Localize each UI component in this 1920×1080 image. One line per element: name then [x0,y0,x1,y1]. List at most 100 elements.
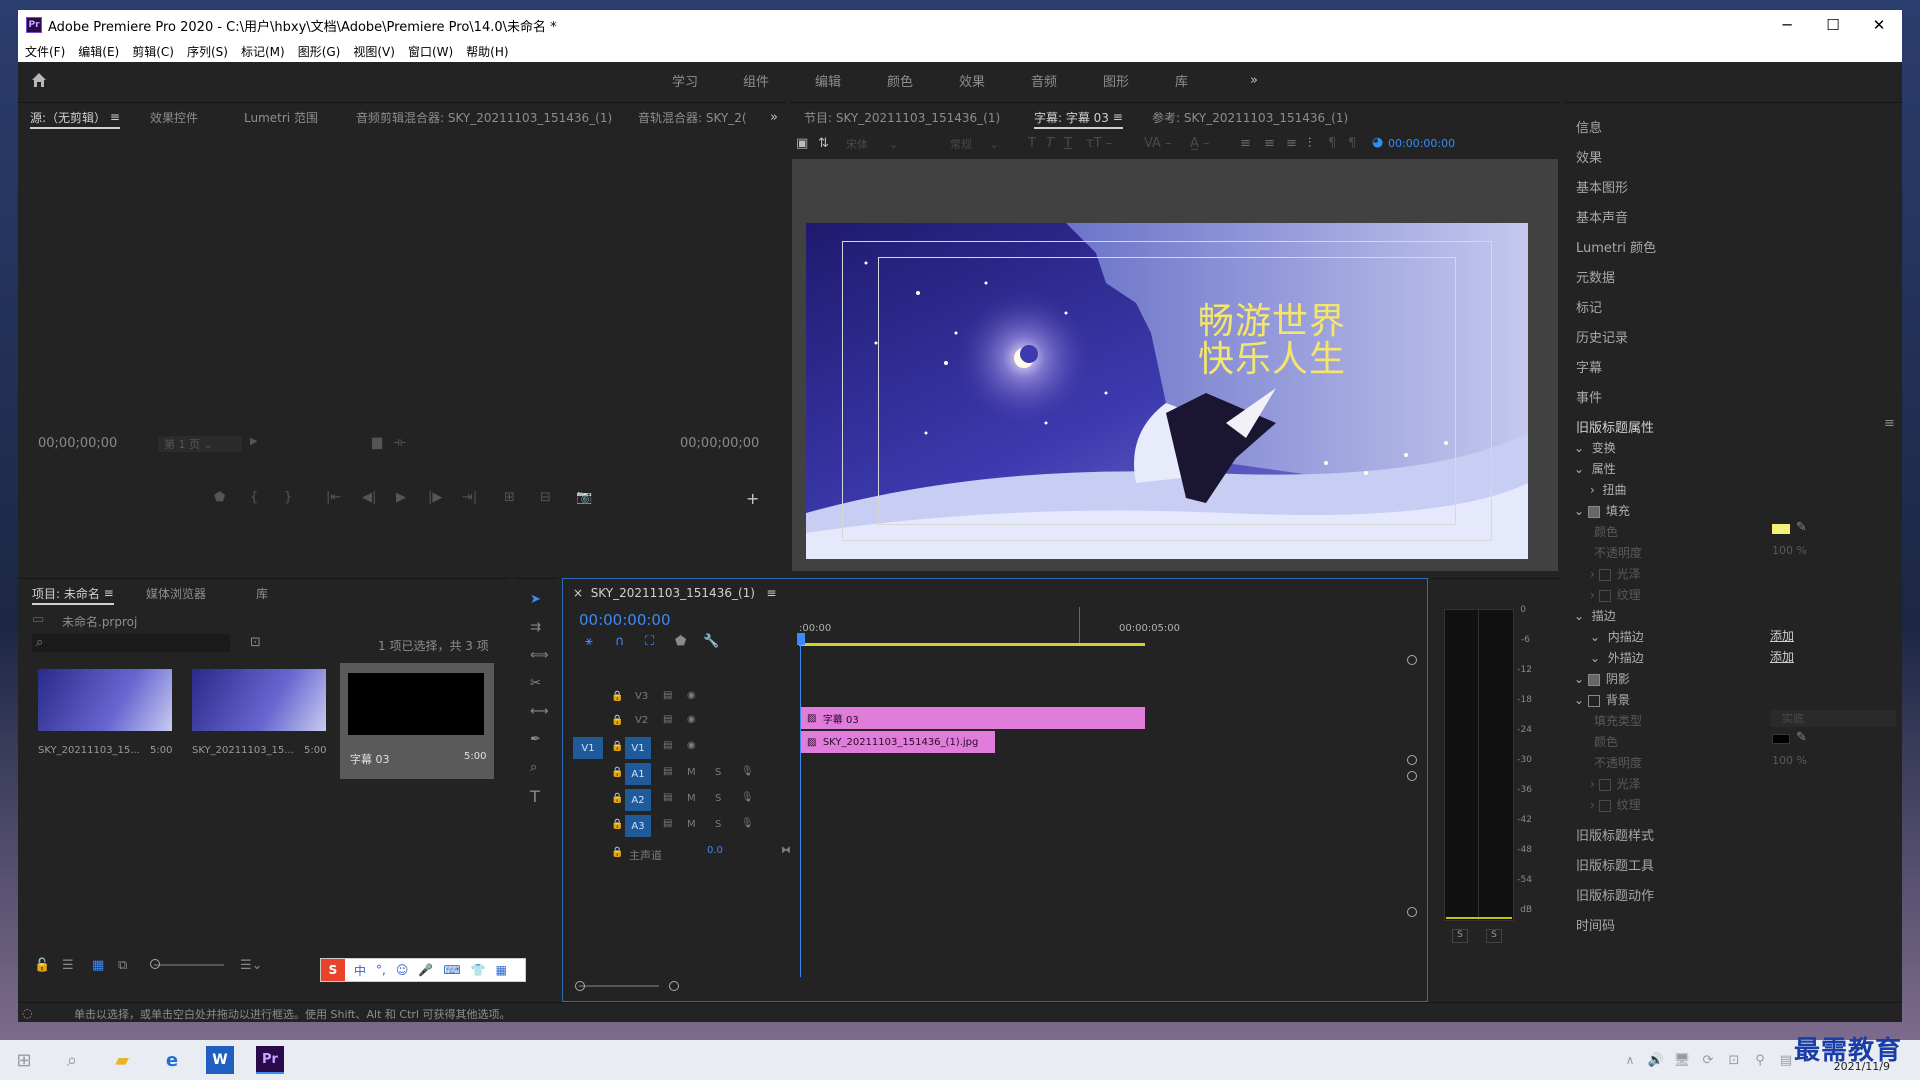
panel-history[interactable]: 历史记录 [1576,327,1628,346]
eye-icon[interactable]: ◉ [687,690,696,701]
roll-crawl-icon[interactable]: ⇅ [818,137,829,150]
sort-icon[interactable]: ☰⌄ [240,959,263,972]
add-marker-icon[interactable]: ⬟ [675,635,686,648]
tab-source[interactable]: 源:（无剪辑） ≡ [30,103,120,131]
new-bin-search-icon[interactable]: ⊡ [250,636,261,649]
panel-timecode[interactable]: 时间码 [1576,915,1615,934]
mute-button[interactable]: M [687,793,696,804]
network-icon[interactable]: 🖥 [1668,1046,1696,1074]
pen-tool-icon[interactable]: ✒ [530,733,541,746]
project-item-3-selected[interactable]: 字幕 03 5:00 [340,663,494,779]
track-lock-icon[interactable]: 🔒 [611,819,623,830]
title-preview-frame[interactable]: 畅游世界 快乐人生 [806,223,1528,559]
panel-lumetri-color[interactable]: Lumetri 颜色 [1576,237,1656,256]
track-lock-icon[interactable]: 🔒 [611,691,623,702]
prop-attributes[interactable]: ⌄ 属性 [1574,460,1616,477]
sync-lock-icon[interactable]: ▤ [663,690,672,701]
zoom-slider-handle[interactable] [150,959,160,969]
more-tabs-icon[interactable]: » [770,111,778,124]
play-icon[interactable]: ▶ [396,491,406,504]
panel-metadata[interactable]: 元数据 [1576,267,1615,286]
insert-icon[interactable]: ⊞ [504,491,515,504]
lock-icon[interactable]: 🔓 [34,959,50,972]
step-back-icon[interactable]: ◀| [362,491,376,504]
prop-bg-texture[interactable]: › 纹理 [1590,796,1641,813]
ime-emoji-icon[interactable]: ☺ [396,963,409,977]
audio-scroll-bottom[interactable] [1407,907,1417,917]
maximize-button[interactable]: ☐ [1810,10,1856,40]
marker-icon[interactable]: ⬟ [214,491,225,504]
prop-inner-stroke[interactable]: ⌄ 内描边 [1590,628,1644,645]
menu-help[interactable]: 帮助(H) [466,43,508,60]
eyedropper-icon[interactable]: ✎ [1796,521,1807,534]
prop-shadow[interactable]: ⌄ 阴影 [1574,670,1630,687]
workspace-editing[interactable]: 编辑 [815,62,841,98]
timeline-horizontal-scrollbar[interactable] [579,985,659,987]
settings-wrench-icon[interactable]: 🔧 [703,635,719,648]
menu-window[interactable]: 窗口(W) [408,43,453,60]
align-center-icon[interactable]: ≡ [1264,137,1275,150]
zoom-in-handle[interactable] [575,981,585,991]
panel-info[interactable]: 信息 [1576,117,1602,136]
paragraph-icon[interactable]: ¶ [1348,137,1356,150]
search-taskbar-icon[interactable]: ⌕ [58,1046,86,1074]
mute-button[interactable]: M [687,819,696,830]
audio-scroll-top[interactable] [1407,771,1417,781]
project-search-input[interactable] [32,634,230,652]
prop-opacity-value[interactable]: 100 % [1772,544,1807,557]
linked-selection-icon[interactable]: ⛶ [645,635,654,648]
eye-icon[interactable]: ◉ [687,714,696,725]
tab-reference[interactable]: 参考: SKY_20211103_151436_(1) [1152,103,1348,131]
clip-title-03[interactable]: ▨ 字幕 03 [801,707,1145,729]
razor-tool-icon[interactable]: ✂ [530,677,541,690]
underline-icon[interactable]: T [1064,137,1072,150]
sync-lock-icon[interactable]: ▤ [663,714,672,725]
menu-marker[interactable]: 标记(M) [241,43,285,60]
solo-button[interactable]: S [715,793,721,804]
menu-view[interactable]: 视图(V) [353,43,395,60]
workspace-libraries[interactable]: 库 [1175,62,1188,98]
mark-in-icon[interactable]: { [250,491,258,504]
resolution-icon[interactable]: ⟛ [394,436,406,449]
export-frame-icon[interactable]: 📷 [576,491,592,504]
title-text-block[interactable]: 畅游世界 快乐人生 [1198,303,1358,379]
add-button-icon[interactable]: + [746,491,759,507]
workspace-effects[interactable]: 效果 [959,62,985,98]
menu-edit[interactable]: 编辑(E) [78,43,119,60]
legacy-title-properties-header[interactable]: 旧版标题属性 [1576,417,1654,436]
track-lock-icon[interactable]: 🔒 [611,847,623,858]
prop-transform[interactable]: ⌄ 变换 [1574,439,1616,456]
minimize-button[interactable]: ─ [1764,10,1810,40]
ime-toolbox-icon[interactable]: ▦ [496,963,507,977]
sync-lock-icon[interactable]: ▤ [663,740,672,751]
prop-sheen[interactable]: › 光泽 [1590,565,1641,582]
menu-file[interactable]: 文件(F) [25,43,65,60]
workspace-learn[interactable]: 学习 [672,62,698,98]
eye-icon[interactable]: ◉ [687,740,696,751]
tab-media-browser[interactable]: 媒体浏览器 [146,579,206,607]
list-view-icon[interactable]: ☰ [62,959,74,972]
add-inner-stroke-link[interactable]: 添加 [1770,627,1794,644]
solo-button[interactable]: S [715,819,721,830]
slip-tool-icon[interactable]: ⟷ [530,705,549,718]
kerning-icon[interactable]: VA – [1144,137,1172,150]
tab-stops-icon[interactable]: ⫶ [1308,137,1311,150]
overwrite-icon[interactable]: ⊟ [540,491,551,504]
snap-icon[interactable]: ∩ [615,635,625,648]
go-to-out-icon[interactable]: ⇥| [462,491,477,504]
zoom-out-handle[interactable] [669,981,679,991]
video-scroll-bottom[interactable] [1407,755,1417,765]
tab-effect-controls[interactable]: 效果控件 [150,103,198,131]
baseline-icon[interactable]: A̲ – [1190,137,1210,150]
track-target-a2[interactable]: A2 [625,789,651,811]
panel-legacy-title-tools[interactable]: 旧版标题工具 [1576,855,1654,874]
mark-out-icon[interactable]: } [284,491,292,504]
tray-chevron-icon[interactable]: ∧ [1616,1046,1644,1074]
ime-chinese-mode[interactable]: 中 [354,962,366,979]
edge-browser-icon[interactable]: e [158,1046,186,1074]
align-left-icon[interactable]: ≡ [1240,137,1251,150]
prop-distort[interactable]: › 扭曲 [1590,481,1626,498]
tab-program[interactable]: 节目: SKY_20211103_151436_(1) [804,103,1000,131]
panel-legacy-title-styles[interactable]: 旧版标题样式 [1576,825,1654,844]
mute-button[interactable]: M [687,767,696,778]
